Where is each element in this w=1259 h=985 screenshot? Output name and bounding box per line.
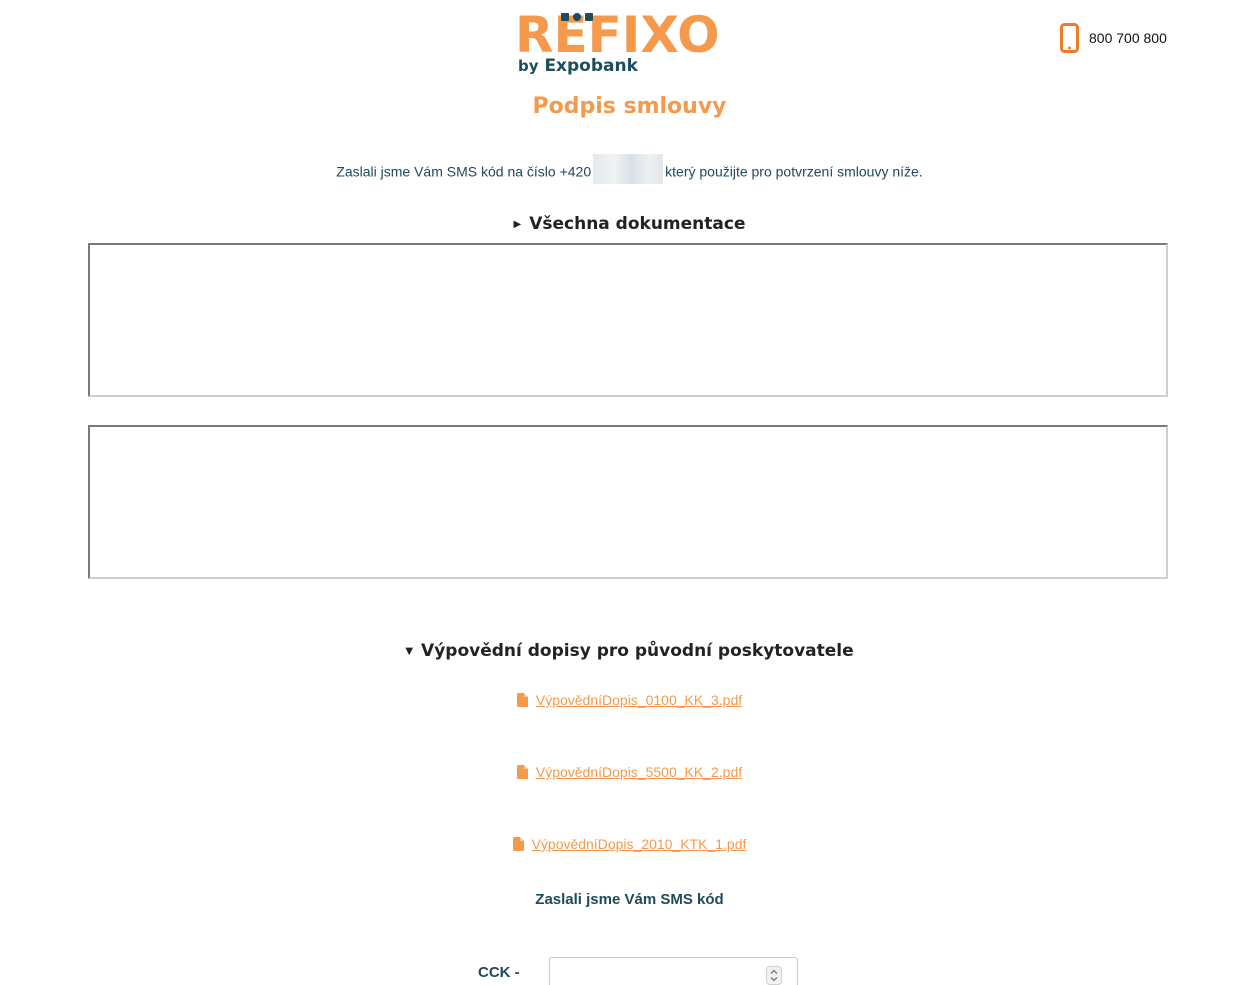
toggle-letters-label: Výpovědní dopisy pro původní poskytovate… bbox=[421, 641, 854, 661]
sms-code-label: CCK - bbox=[478, 964, 520, 981]
refixo-logo: REFIXO by Expobank bbox=[515, 8, 745, 78]
caret-down-icon: ▼ bbox=[405, 646, 414, 657]
list-item: VýpovědníDopis_5500_KK_2.pdf bbox=[0, 764, 1259, 780]
smartphone-icon bbox=[1060, 23, 1079, 53]
logo-sub-name: Expobank bbox=[544, 56, 638, 76]
file-icon bbox=[512, 837, 524, 851]
redacted-phone bbox=[593, 154, 664, 184]
toggle-all-documentation[interactable]: ▶ Všechna dokumentace bbox=[0, 214, 1259, 234]
toggle-docs-label: Všechna dokumentace bbox=[529, 214, 746, 234]
pdf-link-1[interactable]: VýpovědníDopis_0100_KK_3.pdf bbox=[536, 692, 742, 708]
sms-code-input[interactable] bbox=[549, 957, 798, 985]
number-spinner[interactable] bbox=[766, 966, 782, 985]
sms-code-heading: Zaslali jsme Vám SMS kód bbox=[535, 891, 724, 908]
logo-wordmark: REFIXO bbox=[515, 6, 720, 64]
logo-sub-by: by bbox=[518, 57, 539, 75]
header-phone[interactable]: 800 700 800 bbox=[1060, 23, 1167, 53]
spinner-arrows-icon bbox=[770, 969, 778, 982]
sms-info-text: Zaslali jsme Vám SMS kód na číslo +420 kt… bbox=[0, 154, 1259, 184]
page-title: Podpis smlouvy bbox=[532, 94, 727, 119]
logo-subtitle: by Expobank bbox=[518, 56, 638, 76]
document-frame-2[interactable] bbox=[88, 425, 1168, 579]
logo-dots-icon bbox=[561, 13, 593, 21]
file-icon bbox=[516, 693, 528, 707]
toggle-termination-letters[interactable]: ▼ Výpovědní dopisy pro původní poskytovat… bbox=[0, 641, 1259, 661]
sms-text-before: Zaslali jsme Vám SMS kód na číslo +420 bbox=[336, 163, 592, 180]
document-frame-1[interactable] bbox=[88, 243, 1168, 397]
phone-number: 800 700 800 bbox=[1089, 30, 1167, 46]
pdf-link-3[interactable]: VýpovědníDopis_2010_KTK_1.pdf bbox=[532, 836, 747, 852]
list-item: VýpovědníDopis_2010_KTK_1.pdf bbox=[0, 836, 1259, 852]
file-icon bbox=[516, 765, 528, 779]
pdf-link-2[interactable]: VýpovědníDopis_5500_KK_2.pdf bbox=[536, 764, 742, 780]
sms-text-after: který použijte pro potvrzení smlouvy níž… bbox=[665, 163, 923, 180]
list-item: VýpovědníDopis_0100_KK_3.pdf bbox=[0, 692, 1259, 708]
caret-right-icon: ▶ bbox=[513, 219, 522, 230]
